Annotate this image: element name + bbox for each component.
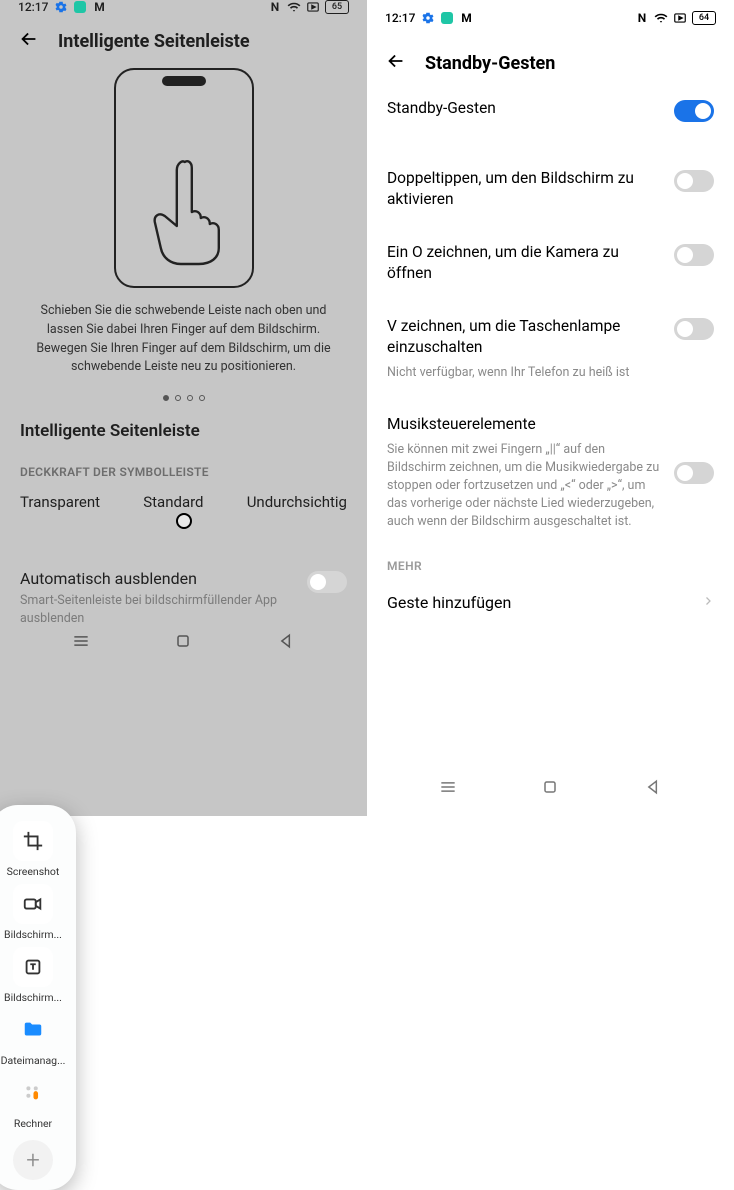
sidebar-item-files[interactable]: Dateimanag... xyxy=(0,1010,70,1067)
master-toggle-row[interactable]: Standby-Gesten xyxy=(367,82,734,138)
cast-icon xyxy=(673,11,687,25)
screen-standby-gestures: 12:17 M N 64 Standby-Gesten Standby-Gest… xyxy=(367,0,734,816)
double-tap-label: Doppeltippen, um den Bildschirm zu aktiv… xyxy=(387,168,660,210)
autohide-row[interactable]: Automatisch ausblenden Smart-Seitenleist… xyxy=(0,551,367,631)
app-m-icon: M xyxy=(92,0,106,14)
opacity-standard: Standard xyxy=(143,493,203,511)
status-bar: 12:17 M N 64 xyxy=(367,0,734,36)
folder-icon xyxy=(13,1010,53,1050)
video-icon xyxy=(13,884,53,924)
music-label: Musiksteuerelemente xyxy=(387,414,660,435)
phone-illustration xyxy=(114,68,254,288)
section-title: Intelligente Seitenleiste xyxy=(0,411,367,461)
draw-v-sub: Nicht verfügbar, wenn Ihr Telefon zu hei… xyxy=(387,364,660,382)
draw-o-toggle[interactable] xyxy=(674,244,714,266)
gear-icon xyxy=(54,0,68,14)
calculator-icon xyxy=(13,1073,53,1113)
screen-sidebar-settings: 12:17 M N 65 Intelligente Seitenleiste xyxy=(0,0,367,816)
more-header: MEHR xyxy=(367,547,734,575)
battery-icon: 65 xyxy=(325,0,349,14)
sidebar-item-screenrecord[interactable]: Bildschirm... xyxy=(0,884,70,941)
status-time: 12:17 xyxy=(385,11,415,25)
page-title: Intelligente Seitenleiste xyxy=(58,31,250,52)
crop-icon xyxy=(13,821,53,861)
nav-recent-icon[interactable] xyxy=(71,631,91,655)
slider-handle[interactable] xyxy=(176,513,192,529)
master-toggle-label: Standby-Gesten xyxy=(387,98,660,119)
app-icon xyxy=(441,12,453,24)
page-title: Standby-Gesten xyxy=(425,53,555,74)
illustration-caption: Schieben Sie die schwebende Leiste nach … xyxy=(20,302,347,377)
opacity-transparent: Transparent xyxy=(20,493,100,511)
opacity-labels: Transparent Standard Undurchsichtig xyxy=(0,493,367,511)
gear-icon xyxy=(421,11,435,25)
draw-v-row[interactable]: V zeichnen, um die Taschenlampe einzusch… xyxy=(367,300,734,398)
draw-v-label: V zeichnen, um die Taschenlampe einzusch… xyxy=(387,316,660,358)
wifi-icon xyxy=(654,11,668,25)
draw-v-toggle[interactable] xyxy=(674,318,714,340)
text-box-icon xyxy=(13,947,53,987)
add-gesture-row[interactable]: Geste hinzufügen xyxy=(367,575,734,630)
wifi-icon xyxy=(287,0,301,14)
app-m-icon: M xyxy=(459,11,473,25)
page-dots[interactable] xyxy=(163,395,205,401)
music-toggle[interactable] xyxy=(674,462,714,484)
autohide-title: Automatisch ausblenden xyxy=(20,569,297,588)
music-sub: Sie können mit zwei Fingern „||“ auf den… xyxy=(387,441,660,532)
nav-back-icon[interactable] xyxy=(643,777,663,801)
chevron-right-icon xyxy=(702,593,714,612)
nfc-icon: N xyxy=(635,11,649,25)
sidebar-add-button[interactable]: + xyxy=(13,1140,53,1180)
illustration: Schieben Sie die schwebende Leiste nach … xyxy=(0,60,367,411)
double-tap-row[interactable]: Doppeltippen, um den Bildschirm zu aktiv… xyxy=(367,152,734,226)
back-icon[interactable] xyxy=(18,28,40,54)
nav-bar xyxy=(0,631,367,655)
nav-home-icon[interactable] xyxy=(540,777,560,801)
add-gesture-label: Geste hinzufügen xyxy=(387,593,511,612)
draw-o-label: Ein O zeichnen, um die Kamera zu öffnen xyxy=(387,242,660,284)
header: Intelligente Seitenleiste xyxy=(0,14,367,60)
double-tap-toggle[interactable] xyxy=(674,170,714,192)
back-icon[interactable] xyxy=(385,50,407,76)
app-icon xyxy=(74,1,86,13)
master-toggle[interactable] xyxy=(674,100,714,122)
draw-o-row[interactable]: Ein O zeichnen, um die Kamera zu öffnen xyxy=(367,226,734,300)
nav-back-icon[interactable] xyxy=(276,631,296,655)
nav-bar xyxy=(367,762,734,816)
header: Standby-Gesten xyxy=(367,36,734,82)
status-time: 12:17 xyxy=(18,0,48,14)
opacity-header: DECKKRAFT DER SYMBOLLEISTE xyxy=(0,461,367,493)
sidebar-item-screenshot[interactable]: Screenshot xyxy=(0,821,70,878)
music-row[interactable]: Musiksteuerelemente Sie können mit zwei … xyxy=(367,398,734,548)
battery-icon: 64 xyxy=(692,11,716,25)
nfc-icon: N xyxy=(268,0,282,14)
opacity-opaque: Undurchsichtig xyxy=(247,493,347,511)
cast-icon xyxy=(306,0,320,14)
nav-home-icon[interactable] xyxy=(173,631,193,655)
smart-sidebar-panel[interactable]: Screenshot Bildschirm... Bildschirm... D… xyxy=(0,805,76,1190)
hand-icon xyxy=(140,156,230,266)
autohide-sub: Smart-Seitenleiste bei bildschirmfüllend… xyxy=(20,592,297,627)
sidebar-item-screentranslate[interactable]: Bildschirm... xyxy=(0,947,70,1004)
nav-recent-icon[interactable] xyxy=(438,777,458,801)
sidebar-item-calculator[interactable]: Rechner xyxy=(0,1073,70,1130)
status-bar: 12:17 M N 65 xyxy=(0,0,367,14)
autohide-toggle[interactable] xyxy=(307,571,347,593)
